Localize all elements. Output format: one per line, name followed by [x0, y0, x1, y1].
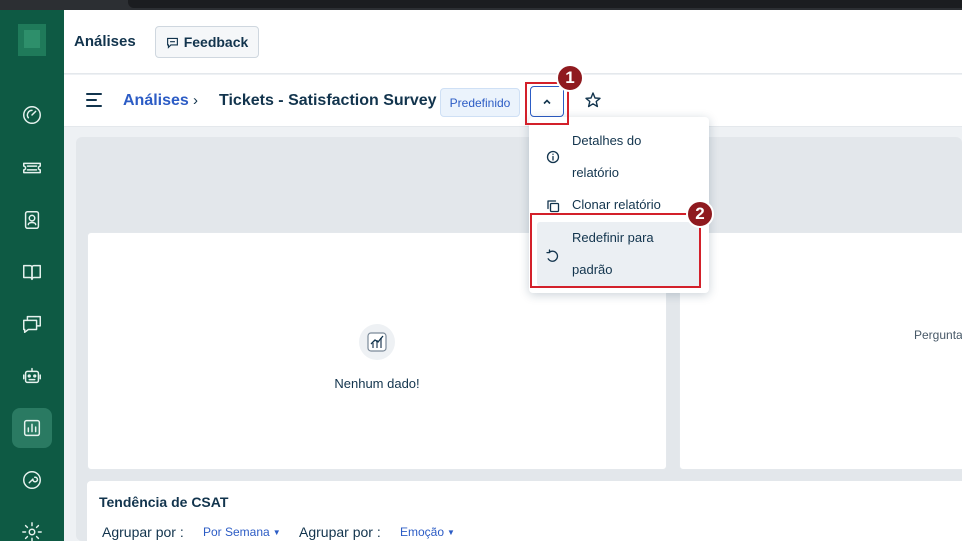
- breadcrumb-separator: ›: [193, 92, 198, 109]
- question-label: Pergunta: [914, 328, 962, 342]
- menu-item-report-details[interactable]: Detalhes do relatório: [529, 125, 709, 189]
- breadcrumb-bar: Análises › Tickets - Satisfaction Survey…: [64, 75, 962, 127]
- group-by-emotion-select[interactable]: Emoção ▼: [400, 525, 455, 539]
- info-icon: [546, 150, 560, 164]
- chat-icon[interactable]: [12, 304, 52, 344]
- breadcrumb-parent-link[interactable]: Análises: [123, 92, 189, 110]
- feedback-button[interactable]: Feedback: [155, 26, 259, 58]
- bot-icon[interactable]: [12, 356, 52, 396]
- csat-trend-title: Tendência de CSAT: [99, 494, 229, 510]
- star-icon: [585, 92, 601, 108]
- caret-down-icon: ▼: [272, 528, 281, 537]
- gear-icon[interactable]: [12, 512, 52, 541]
- book-icon[interactable]: [12, 252, 52, 292]
- predefined-badge: Predefinido: [440, 88, 520, 117]
- group-by-emotion-value: Emoção: [400, 525, 445, 539]
- group-by-label-1: Agrupar por :: [102, 524, 184, 540]
- widget-card-right: Pergunta: [679, 232, 962, 470]
- dashboard-icon[interactable]: [12, 95, 52, 135]
- caret-down-icon: ▼: [447, 528, 455, 537]
- group-by-week-select[interactable]: Por Semana ▼: [203, 525, 281, 539]
- contacts-icon[interactable]: [12, 200, 52, 240]
- copy-icon: [546, 199, 560, 213]
- page-title: Análises: [74, 33, 136, 50]
- browser-strip: [0, 0, 962, 10]
- analytics-icon[interactable]: [12, 408, 52, 448]
- report-title: Tickets - Satisfaction Survey: [219, 92, 437, 109]
- sidebar: [0, 10, 64, 541]
- chart-placeholder-icon: [359, 324, 395, 360]
- highlight-box-step-2: [530, 213, 701, 288]
- feedback-label: Feedback: [183, 34, 249, 50]
- browser-tab-area: [128, 0, 962, 8]
- group-by-week-value: Por Semana: [203, 525, 270, 539]
- group-by-label-2: Agrupar por :: [299, 524, 381, 540]
- no-data-message: Nenhum dado!: [334, 376, 420, 391]
- step-badge-1: 1: [556, 64, 584, 92]
- top-header: Análises Feedback: [64, 10, 962, 74]
- wrench-icon[interactable]: [12, 460, 52, 500]
- app-logo[interactable]: [18, 24, 46, 56]
- menu-item-label: Detalhes do relatório: [572, 133, 642, 180]
- step-badge-2: 2: [686, 200, 714, 228]
- message-icon: [166, 37, 178, 49]
- hamburger-menu-icon[interactable]: [86, 93, 102, 107]
- csat-trend-panel: Tendência de CSAT Agrupar por : Por Sema…: [87, 481, 962, 541]
- ticket-icon[interactable]: [12, 148, 52, 188]
- favorite-star-button[interactable]: [584, 91, 602, 109]
